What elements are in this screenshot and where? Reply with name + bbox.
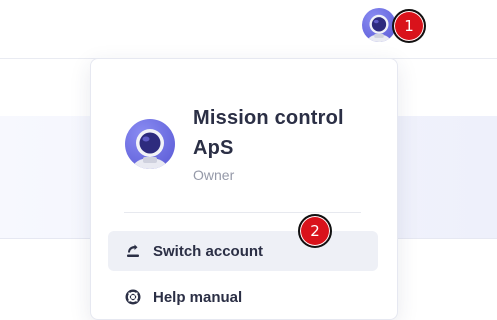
annotation-marker-2: 2 bbox=[298, 214, 332, 248]
help-manual-label: Help manual bbox=[153, 288, 243, 306]
account-dropdown: Mission control ApS Owner Switch account… bbox=[90, 58, 398, 320]
account-avatar bbox=[125, 119, 175, 169]
astronaut-avatar-icon bbox=[362, 8, 396, 42]
help-manual-menu-item[interactable]: Help manual bbox=[108, 277, 378, 317]
switch-account-icon bbox=[124, 242, 142, 260]
user-avatar-button[interactable] bbox=[362, 8, 396, 42]
account-role: Owner bbox=[193, 167, 235, 183]
account-name: Mission control ApS bbox=[193, 107, 344, 159]
switch-account-label: Switch account bbox=[153, 242, 264, 260]
menu-divider bbox=[124, 212, 361, 213]
switch-account-menu-item[interactable]: Switch account bbox=[108, 231, 378, 271]
lifebuoy-icon bbox=[124, 288, 142, 306]
annotation-marker-1: 1 bbox=[392, 9, 426, 43]
astronaut-avatar-icon bbox=[125, 119, 175, 169]
